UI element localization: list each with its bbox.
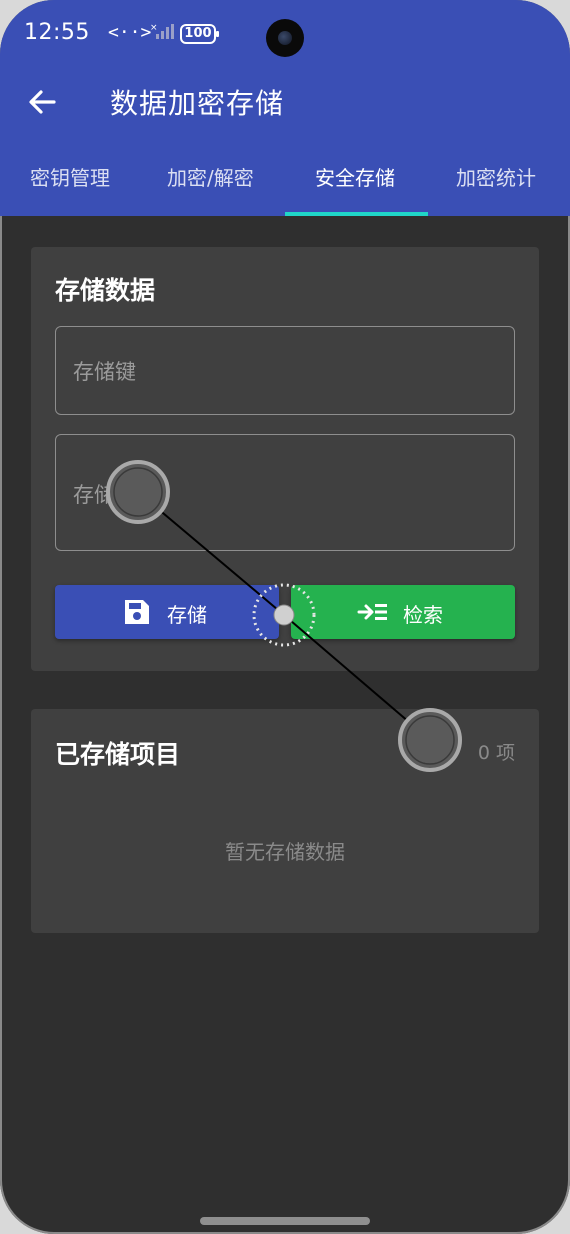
store-button[interactable]: 存储 xyxy=(55,585,279,639)
stored-items-card: 已存储项目 0 项 暂无存储数据 xyxy=(31,709,539,933)
phone-screen: 12:55 <··> × 100 数据加密存储 密钥管理 加密/解密 安全存储 … xyxy=(0,0,570,1234)
status-time: 12:55 xyxy=(24,20,90,45)
retrieve-icon xyxy=(357,604,387,620)
battery-icon: 100 xyxy=(180,24,219,44)
store-data-card: 存储数据 存储键 存储值 存储 检索 xyxy=(31,247,539,671)
tab-bar: 密钥管理 加密/解密 安全存储 加密统计 xyxy=(0,150,570,216)
toolbar: 数据加密存储 xyxy=(0,70,570,134)
tab-encrypt-decrypt[interactable]: 加密/解密 xyxy=(167,162,254,191)
storage-key-input[interactable]: 存储键 xyxy=(55,326,515,415)
tab-secure-storage[interactable]: 安全存储 xyxy=(315,162,395,191)
stored-items-title: 已存储项目 xyxy=(55,740,181,769)
page-title: 数据加密存储 xyxy=(110,87,285,120)
store-card-title: 存储数据 xyxy=(55,276,156,305)
arrow-left-icon[interactable] xyxy=(24,84,60,120)
empty-state-text: 暂无存储数据 xyxy=(225,840,345,864)
tab-indicator xyxy=(285,212,428,216)
cellular-signal-icon: × xyxy=(150,23,174,39)
home-indicator[interactable] xyxy=(200,1217,370,1225)
svg-text:×: × xyxy=(150,23,158,33)
store-button-label: 存储 xyxy=(167,603,207,627)
stored-items-count: 0 项 xyxy=(477,742,515,764)
save-icon xyxy=(125,600,149,624)
retrieve-button[interactable]: 检索 xyxy=(291,585,515,639)
app-bar: 12:55 <··> × 100 数据加密存储 密钥管理 加密/解密 安全存储 … xyxy=(0,0,570,216)
tab-encryption-stats[interactable]: 加密统计 xyxy=(456,162,536,191)
retrieve-button-label: 检索 xyxy=(403,603,443,627)
front-camera xyxy=(266,19,304,57)
storage-value-input[interactable]: 存储值 xyxy=(55,434,515,551)
storage-key-placeholder: 存储键 xyxy=(73,360,136,384)
tab-key-management[interactable]: 密钥管理 xyxy=(30,162,110,191)
data-transfer-icon: <··> xyxy=(108,22,152,43)
storage-value-placeholder: 存储值 xyxy=(73,483,136,507)
